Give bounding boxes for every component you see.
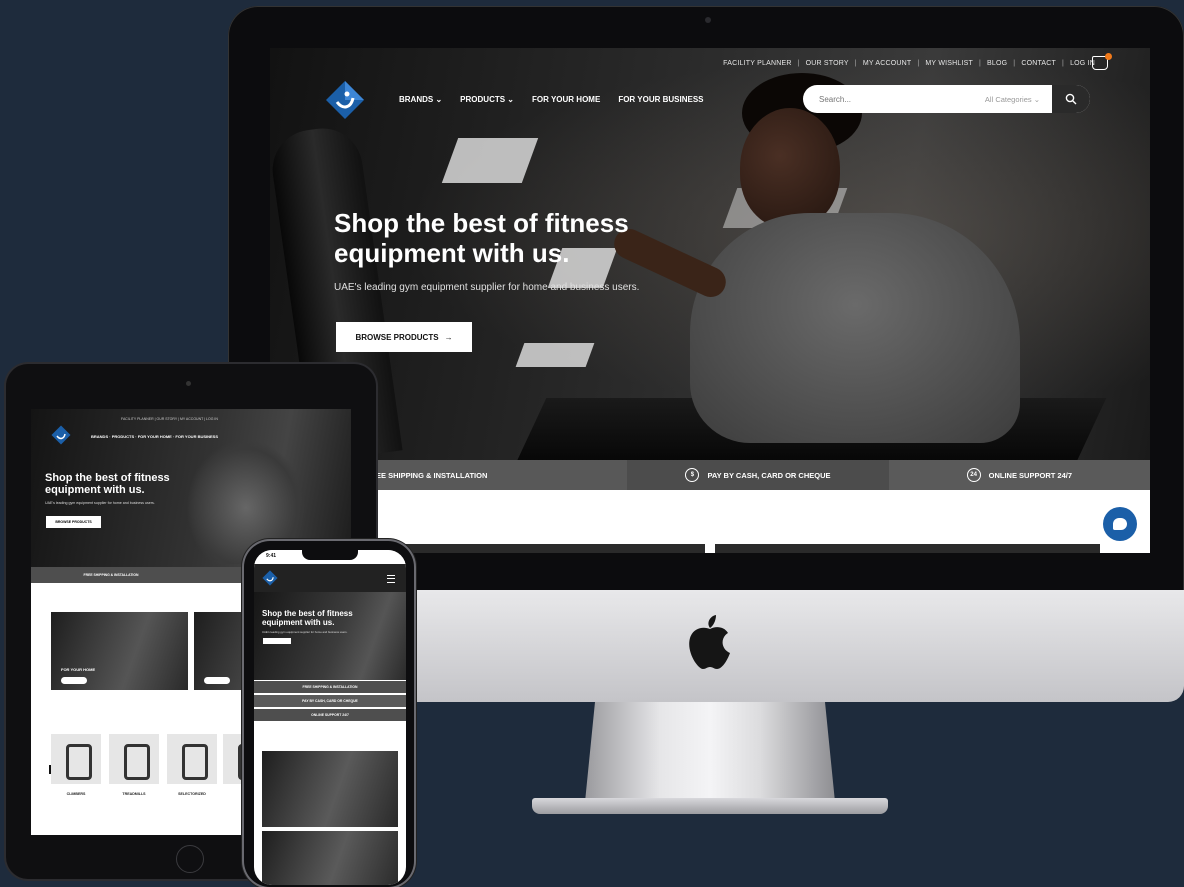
nav-my-wishlist[interactable]: MY WISHLIST (925, 60, 973, 67)
hero-subtitle: UAE's leading gym equipment supplier for… (334, 282, 640, 293)
brand-logo[interactable] (262, 570, 278, 586)
brand-logo[interactable] (51, 425, 71, 445)
search-input[interactable] (817, 93, 961, 105)
camera-dot (705, 17, 711, 23)
feature-bar: FREE SHIPPING & INSTALLATION $ PAY BY CAS… (270, 460, 1150, 490)
status-bar: 9:41 (254, 550, 406, 564)
nav-facility-planner[interactable]: FACILITY PLANNER (723, 60, 791, 67)
feature-support: ONLINE SUPPORT 24/7 (254, 709, 406, 721)
chat-button[interactable] (1103, 507, 1137, 541)
search-button[interactable] (1052, 85, 1090, 113)
feature-payment: $ PAY BY CASH, CARD OR CHEQUE (627, 460, 889, 490)
nav-for-your-business[interactable]: FOR YOUR BUSINESS (618, 95, 703, 104)
phone-screen: 9:41 Shop the best of fitness equipment … (254, 550, 406, 885)
hero-title: Shop the best of fitness equipment with … (45, 472, 170, 496)
product-tile[interactable] (109, 734, 159, 784)
brand-logo[interactable] (325, 80, 365, 120)
notch (302, 550, 358, 560)
feature-payment: PAY BY CASH, CARD OR CHEQUE (254, 695, 406, 707)
chat-bubble-icon (1113, 518, 1127, 530)
product-tile[interactable] (167, 734, 217, 784)
hero-subtitle: UAE's leading gym equipment supplier for… (45, 501, 155, 505)
dollar-icon: $ (685, 468, 700, 482)
card-preview (360, 544, 705, 553)
category-select[interactable]: All Categories ⌄ (985, 95, 1040, 104)
category-card[interactable]: FOR YOUR HOME (51, 612, 188, 690)
product-label: SELECTORIZED (178, 792, 206, 796)
imac-stand (585, 702, 835, 802)
menu-icon[interactable] (387, 575, 395, 583)
top-utility-nav: FACILITY PLANNER | OUR STORY | MY ACCOUNT |… (723, 60, 1095, 67)
card-button[interactable] (61, 677, 87, 684)
nav-brands[interactable]: BRANDS ⌄ (399, 95, 442, 104)
support-24-icon: 24 (966, 468, 981, 482)
category-card[interactable] (262, 831, 398, 885)
feature-shipping: FREE SHIPPING & INSTALLATION (254, 681, 406, 693)
nav-my-account[interactable]: MY ACCOUNT (863, 60, 912, 67)
nav-contact[interactable]: CONTACT (1021, 60, 1056, 67)
product-label: TREADMILLS (122, 792, 146, 796)
feature-support: 24 ONLINE SUPPORT 24/7 (888, 460, 1150, 490)
runner-image (740, 108, 840, 228)
browse-products-button[interactable]: BROWSE PRODUCTS → (336, 322, 472, 352)
camera-dot (186, 381, 191, 386)
home-button (176, 845, 204, 873)
card-preview (715, 544, 1100, 553)
top-utility-nav: FACILITY PLANNER | OUR STORY | MY ACCOUN… (121, 417, 218, 421)
nav-blog[interactable]: BLOG (987, 60, 1007, 67)
nav-products[interactable]: PRODUCTS ⌄ (460, 95, 514, 104)
product-tile[interactable] (51, 734, 101, 784)
nav-for-your-home[interactable]: FOR YOUR HOME (532, 95, 600, 104)
apple-logo-icon (689, 615, 730, 669)
hero-background (254, 592, 406, 680)
hero-title: Shop the best of fitness equipment with … (262, 609, 353, 627)
hero-title: Shop the best of fitness equipment with … (334, 208, 629, 268)
category-card[interactable] (262, 751, 398, 827)
search-bar: All Categories ⌄ (803, 85, 1090, 113)
main-nav: BRANDS · PRODUCTS · FOR YOUR HOME · FOR … (91, 434, 219, 439)
browse-products-button[interactable]: BROWSE PRODUCTS (46, 516, 101, 528)
card-button[interactable] (204, 677, 230, 684)
card-title: FOR YOUR HOME (61, 667, 96, 672)
desktop-screen: FACILITY PLANNER | OUR STORY | MY ACCOUNT |… (270, 48, 1150, 553)
search-icon (1065, 93, 1077, 105)
hero-subtitle: UAE's leading gym equipment supplier for… (262, 630, 348, 634)
chevron-down-icon: ⌄ (435, 95, 443, 104)
status-time: 9:41 (266, 553, 277, 559)
product-label: CLIMBERS (66, 792, 86, 796)
imac-foot (532, 798, 888, 814)
main-nav: BRANDS ⌄ PRODUCTS ⌄ FOR YOUR HOME FOR YO… (399, 95, 704, 104)
nav-our-story[interactable]: OUR STORY (806, 60, 849, 67)
browse-products-button[interactable] (263, 638, 291, 644)
chevron-down-icon: ⌄ (507, 95, 514, 104)
cart-badge (1105, 53, 1112, 60)
arrow-right-icon: → (444, 332, 453, 342)
feature-shipping: FREE SHIPPING & INSTALLATION (83, 573, 139, 577)
